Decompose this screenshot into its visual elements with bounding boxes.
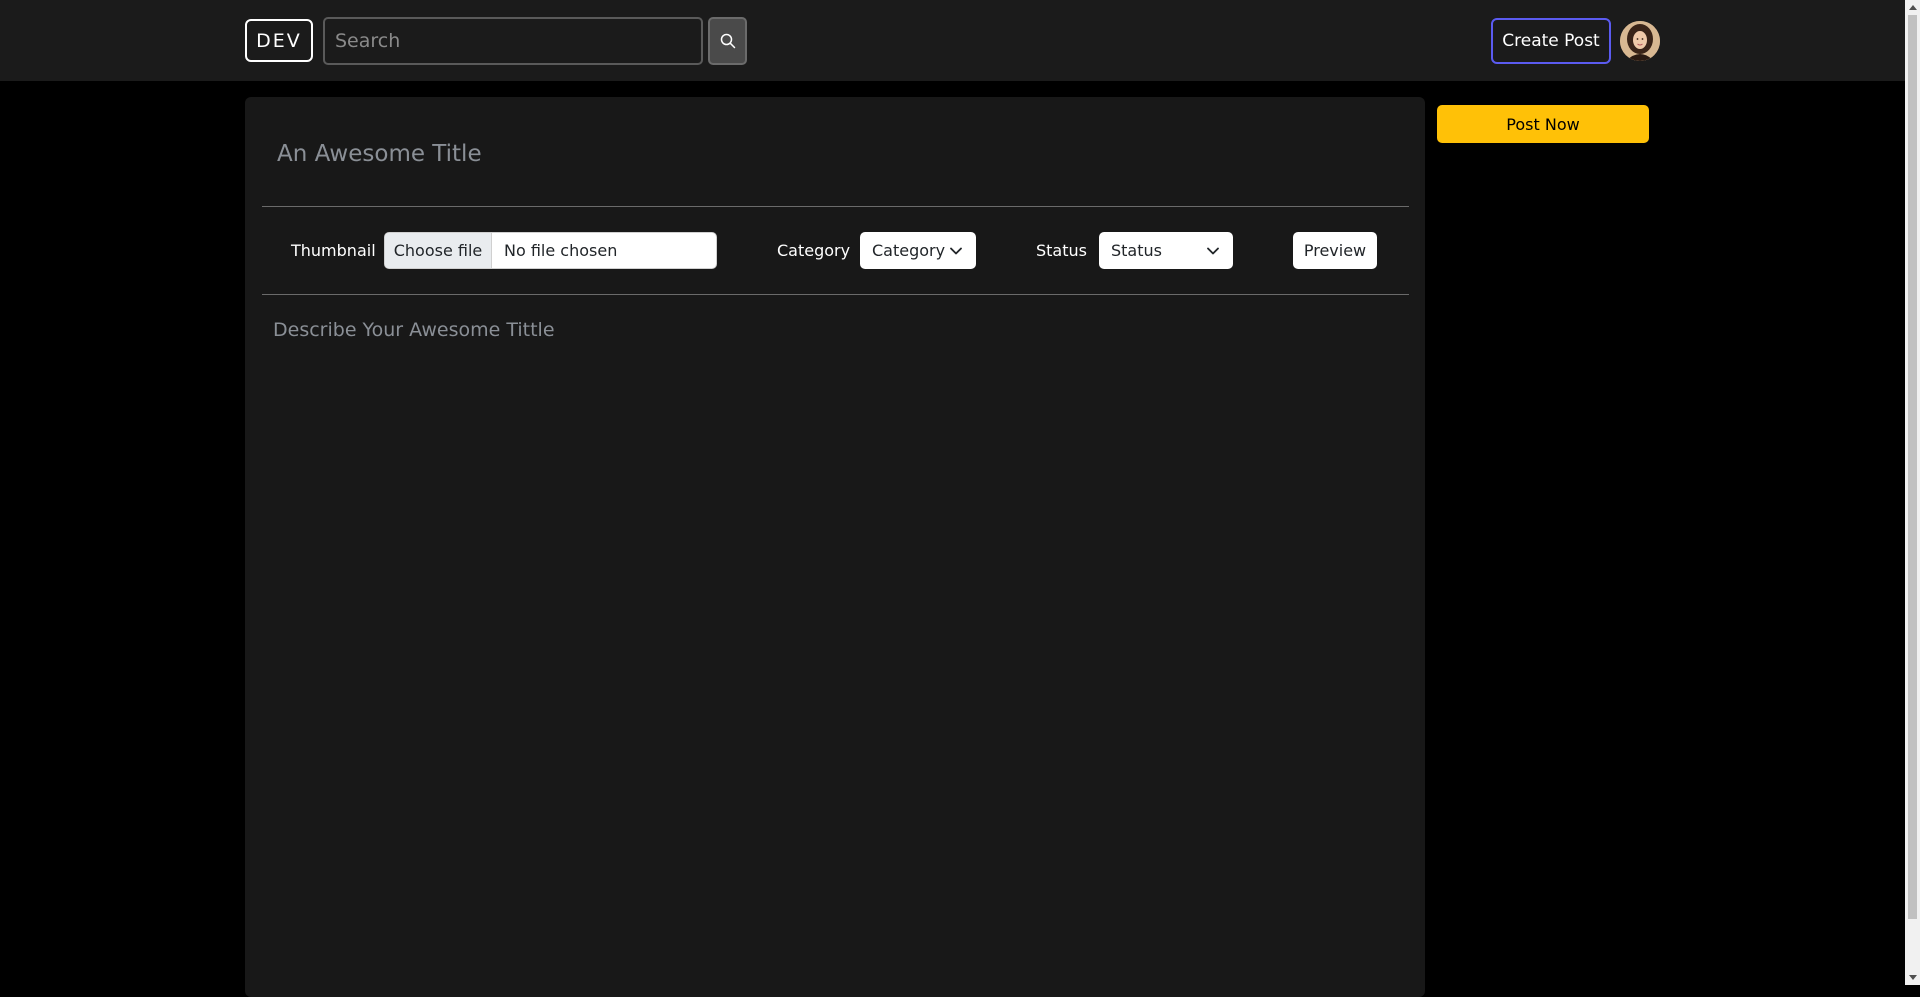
user-avatar-icon: [1620, 21, 1660, 61]
choose-file-button[interactable]: Choose file: [385, 233, 492, 268]
scroll-up-arrow[interactable]: [1905, 0, 1920, 15]
category-selected-value: Category: [872, 241, 946, 260]
file-status-text: No file chosen: [504, 241, 618, 260]
title-divider: [262, 206, 1409, 207]
page-scrollbar[interactable]: [1905, 0, 1920, 985]
chevron-down-icon: [1207, 247, 1219, 254]
thumbnail-label: Thumbnail: [291, 241, 376, 260]
chevron-down-icon: [950, 247, 962, 254]
status-selected-value: Status: [1111, 241, 1162, 260]
category-select[interactable]: Category: [860, 232, 976, 269]
preview-button[interactable]: Preview: [1293, 232, 1377, 269]
scroll-down-arrow[interactable]: [1905, 970, 1920, 985]
post-description-textarea[interactable]: [273, 319, 1393, 979]
toolbar-divider: [262, 294, 1409, 295]
post-now-button[interactable]: Post Now: [1437, 105, 1649, 143]
triangle-up-icon: [1908, 5, 1917, 10]
create-post-button[interactable]: Create Post: [1491, 18, 1611, 64]
search-icon: [720, 33, 735, 49]
search-input[interactable]: [323, 17, 703, 65]
scroll-thumb[interactable]: [1908, 15, 1917, 919]
status-label: Status: [1036, 241, 1087, 260]
search-button[interactable]: [708, 17, 747, 65]
post-title-input[interactable]: [277, 133, 1377, 175]
dev-logo[interactable]: DEV: [245, 19, 313, 62]
avatar[interactable]: [1620, 21, 1660, 61]
status-select[interactable]: Status: [1099, 232, 1233, 269]
triangle-down-icon: [1908, 975, 1917, 980]
category-label: Category: [777, 241, 851, 260]
thumbnail-file-input[interactable]: Choose file No file chosen: [384, 232, 717, 269]
top-navbar: DEV Create Post: [0, 0, 1905, 81]
post-editor-card: Thumbnail Choose file No file chosen Cat…: [245, 97, 1425, 997]
